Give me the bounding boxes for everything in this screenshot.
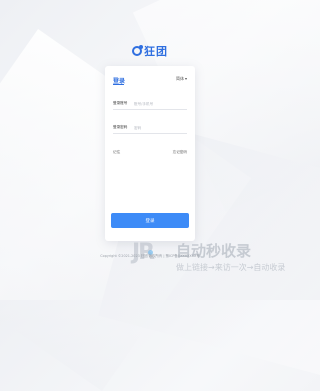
footer-copyright: Copyright ©2021-2023 狂团 版权所有 | 豫ICP备XXXX… xyxy=(100,254,200,258)
watermark: JR 自动秒收录 做上链接→来访一次→自动收录 xyxy=(132,238,296,278)
brand-logo-icon xyxy=(132,45,143,56)
username-label: 登录账号 xyxy=(113,101,128,105)
password-label: 登录密码 xyxy=(113,125,128,129)
username-field: 登录账号 xyxy=(113,99,187,110)
password-field: 登录密码 xyxy=(113,123,187,134)
watermark-subtitle: 做上链接→来访一次→自动收录 xyxy=(176,263,286,272)
remember-me[interactable]: 记住 xyxy=(113,150,120,155)
chevron-down-icon: ▾ xyxy=(184,76,187,81)
title-underline xyxy=(113,84,124,85)
forgot-password-link[interactable]: 忘记密码 xyxy=(173,150,187,155)
password-input[interactable] xyxy=(134,123,186,132)
username-input[interactable] xyxy=(134,99,186,108)
language-label: 简体 xyxy=(175,76,184,81)
brand-logo: 狂团 xyxy=(0,43,300,59)
language-select[interactable]: 简体▾ xyxy=(176,76,187,82)
login-button[interactable]: 登录 xyxy=(111,213,189,228)
login-card: 登录 简体▾ 登录账号 登录密码 记住 忘记密码 登录 xyxy=(105,66,195,241)
brand-name: 狂团 xyxy=(144,45,168,58)
